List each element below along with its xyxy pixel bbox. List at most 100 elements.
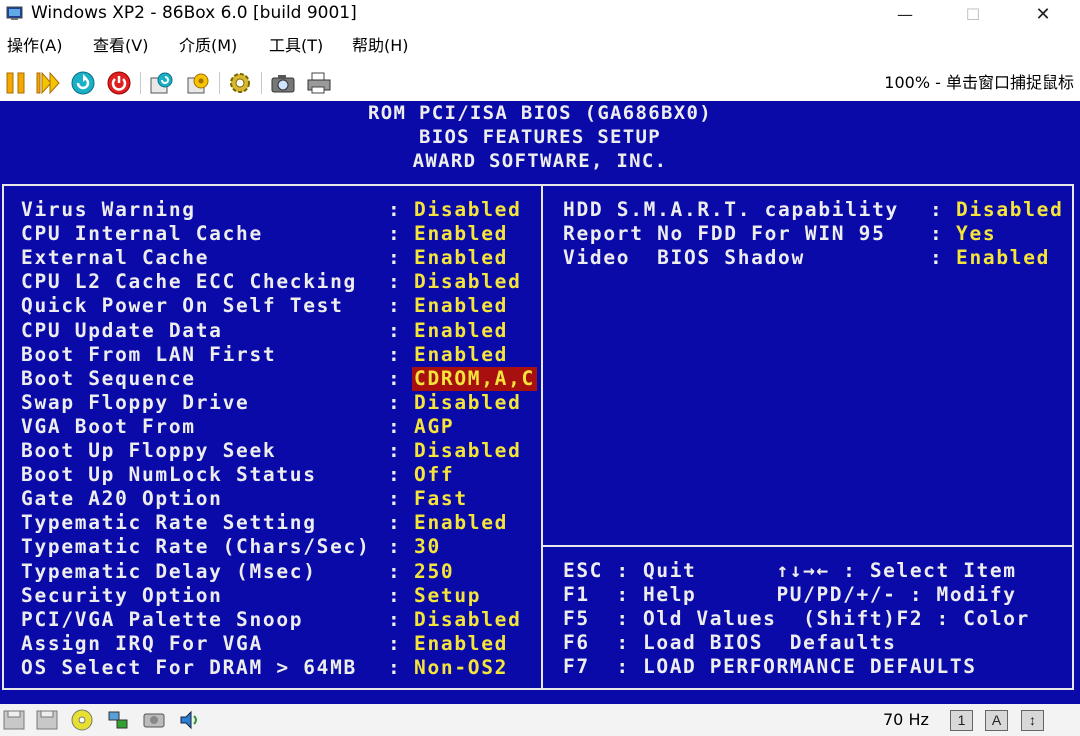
setting-row[interactable]: Gate A20 Option: Fast <box>0 487 540 511</box>
help-line: F1 : Help PU/PD/+/- : Modify <box>563 583 1017 607</box>
toolbar-separator <box>140 72 141 94</box>
floppy-b-icon[interactable] <box>35 709 59 731</box>
setting-row[interactable]: HDD S.M.A.R.T. capability: Disabled <box>0 198 1075 222</box>
setting-value[interactable]: CDROM,A,C <box>412 366 537 391</box>
setting-row[interactable]: CPU L2 Cache ECC Checking: Disabled <box>0 270 540 294</box>
toolbar: 100% - 单击窗口捕捉鼠标 <box>0 66 1080 100</box>
setting-row[interactable]: OS Select For DRAM > 64MB: Non-OS2 <box>0 656 540 680</box>
setting-value[interactable]: Disabled <box>414 270 522 294</box>
bios-header-line: BIOS FEATURES SETUP <box>418 126 662 148</box>
fast-forward-icon[interactable] <box>36 70 62 96</box>
bios-header-line: AWARD SOFTWARE, INC. <box>412 150 668 172</box>
setting-value[interactable]: Enabled <box>956 246 1050 270</box>
menu-bar: 操作(A) 查看(V) 介质(M) 工具(T) 帮助(H) <box>0 33 1080 59</box>
printer-icon[interactable] <box>306 70 332 96</box>
setting-label: Report No FDD For WIN 95 <box>563 222 886 246</box>
setting-label: Typematic Rate (Chars/Sec) <box>21 535 371 559</box>
setting-colon: : <box>388 463 402 487</box>
setting-value[interactable]: Enabled <box>414 511 508 535</box>
capture-status: 100% - 单击窗口捕捉鼠标 <box>884 73 1074 92</box>
setting-value[interactable]: Enabled <box>414 294 508 318</box>
bios-screen[interactable]: ROM PCI/ISA BIOS (GA686BX0) BIOS FEATURE… <box>0 101 1080 704</box>
window-title: Windows XP2 - 86Box 6.0 [build 9001] <box>31 3 357 23</box>
setting-colon: : <box>930 222 944 246</box>
setting-value[interactable]: Off <box>414 463 454 487</box>
settings-icon[interactable] <box>227 70 253 96</box>
toolbar-separator <box>261 72 262 94</box>
hard-reset-icon[interactable] <box>148 70 174 96</box>
setting-row[interactable]: Boot Up NumLock Status: Off <box>0 463 540 487</box>
setting-row[interactable]: VGA Boot From: AGP <box>0 415 540 439</box>
network-icon[interactable] <box>106 709 130 731</box>
ctrl-alt-del-icon[interactable] <box>185 70 211 96</box>
screenshot-icon[interactable] <box>270 70 296 96</box>
help-line: F6 : Load BIOS Defaults <box>563 631 897 655</box>
setting-row[interactable]: Swap Floppy Drive: Disabled <box>0 391 540 415</box>
menu-media[interactable]: 介质(M) <box>179 33 237 59</box>
help-divider <box>543 545 1074 547</box>
setting-colon: : <box>930 198 944 221</box>
toolbar-separator <box>219 72 220 94</box>
menu-action[interactable]: 操作(A) <box>7 33 62 59</box>
setting-row[interactable]: Security Option: Setup <box>0 584 540 608</box>
reset-icon[interactable] <box>70 70 96 96</box>
setting-label: Assign IRQ For VGA <box>21 631 263 655</box>
setting-row[interactable]: Video BIOS Shadow: Enabled <box>0 246 1075 270</box>
setting-value[interactable]: Enabled <box>414 632 508 656</box>
setting-row[interactable]: Boot From LAN First: Enabled <box>0 343 540 367</box>
setting-value[interactable]: Disabled <box>414 391 522 415</box>
setting-value[interactable]: Disabled <box>414 608 522 632</box>
setting-label: CPU Update Data <box>21 318 223 342</box>
title-bar: Windows XP2 - 86Box 6.0 [build 9001] — ☐… <box>0 0 1080 28</box>
setting-value[interactable]: 250 <box>414 560 454 584</box>
sound-icon[interactable] <box>178 709 202 731</box>
setting-value[interactable]: Disabled <box>956 198 1064 222</box>
setting-label: Typematic Delay (Msec) <box>21 559 317 583</box>
menu-help[interactable]: 帮助(H) <box>352 33 409 59</box>
power-icon[interactable] <box>106 70 132 96</box>
setting-colon: : <box>388 511 402 535</box>
setting-label: VGA Boot From <box>21 414 196 438</box>
setting-value[interactable]: 30 <box>414 535 441 559</box>
setting-colon: : <box>388 390 402 414</box>
setting-value[interactable]: Fast <box>414 487 468 511</box>
setting-colon: : <box>388 607 402 631</box>
setting-label: Gate A20 Option <box>21 487 223 511</box>
setting-row[interactable]: Typematic Rate Setting: Enabled <box>0 511 540 535</box>
setting-row[interactable]: Quick Power On Self Test: Enabled <box>0 294 540 318</box>
setting-colon: : <box>388 414 402 438</box>
setting-label: HDD S.M.A.R.T. capability <box>563 198 899 221</box>
setting-colon: : <box>388 583 402 607</box>
setting-value[interactable]: Setup <box>414 584 481 608</box>
setting-row[interactable]: Boot Sequence: CDROM,A,C <box>0 366 540 391</box>
setting-row[interactable]: CPU Update Data: Enabled <box>0 319 540 343</box>
setting-value[interactable]: Enabled <box>414 343 508 367</box>
status-bar: 70 Hz 1 A ↕ <box>0 704 1080 736</box>
setting-value[interactable]: AGP <box>414 415 454 439</box>
setting-label: Typematic Rate Setting <box>21 511 317 535</box>
setting-value[interactable]: Non-OS2 <box>414 656 508 680</box>
setting-label: Video BIOS Shadow <box>563 246 805 270</box>
close-button[interactable]: ✕ <box>1020 0 1066 28</box>
minimize-button[interactable]: — <box>882 0 928 28</box>
setting-row[interactable]: Typematic Rate (Chars/Sec):30 <box>0 535 540 559</box>
menu-view[interactable]: 查看(V) <box>93 33 148 59</box>
setting-row[interactable]: Assign IRQ For VGA: Enabled <box>0 632 540 656</box>
floppy-a-icon[interactable] <box>2 709 26 731</box>
setting-value[interactable]: Enabled <box>414 319 508 343</box>
setting-colon: : <box>388 655 402 679</box>
setting-row[interactable]: PCI/VGA Palette Snoop: Disabled <box>0 608 540 632</box>
hard-disk-icon[interactable] <box>142 709 166 731</box>
setting-row[interactable]: Boot Up Floppy Seek: Disabled <box>0 439 540 463</box>
maximize-button[interactable]: ☐ <box>950 0 996 28</box>
setting-value[interactable]: Yes <box>956 222 996 246</box>
setting-row[interactable]: Typematic Delay (Msec):250 <box>0 560 540 584</box>
setting-colon: : <box>388 366 402 390</box>
setting-row[interactable]: Report No FDD For WIN 95: Yes <box>0 222 1075 246</box>
setting-label: Boot From LAN First <box>21 342 277 366</box>
menu-tools[interactable]: 工具(T) <box>269 33 323 59</box>
setting-value[interactable]: Disabled <box>414 439 522 463</box>
pause-icon[interactable] <box>3 70 29 96</box>
setting-colon: : <box>388 318 402 342</box>
cdrom-icon[interactable] <box>70 709 94 731</box>
